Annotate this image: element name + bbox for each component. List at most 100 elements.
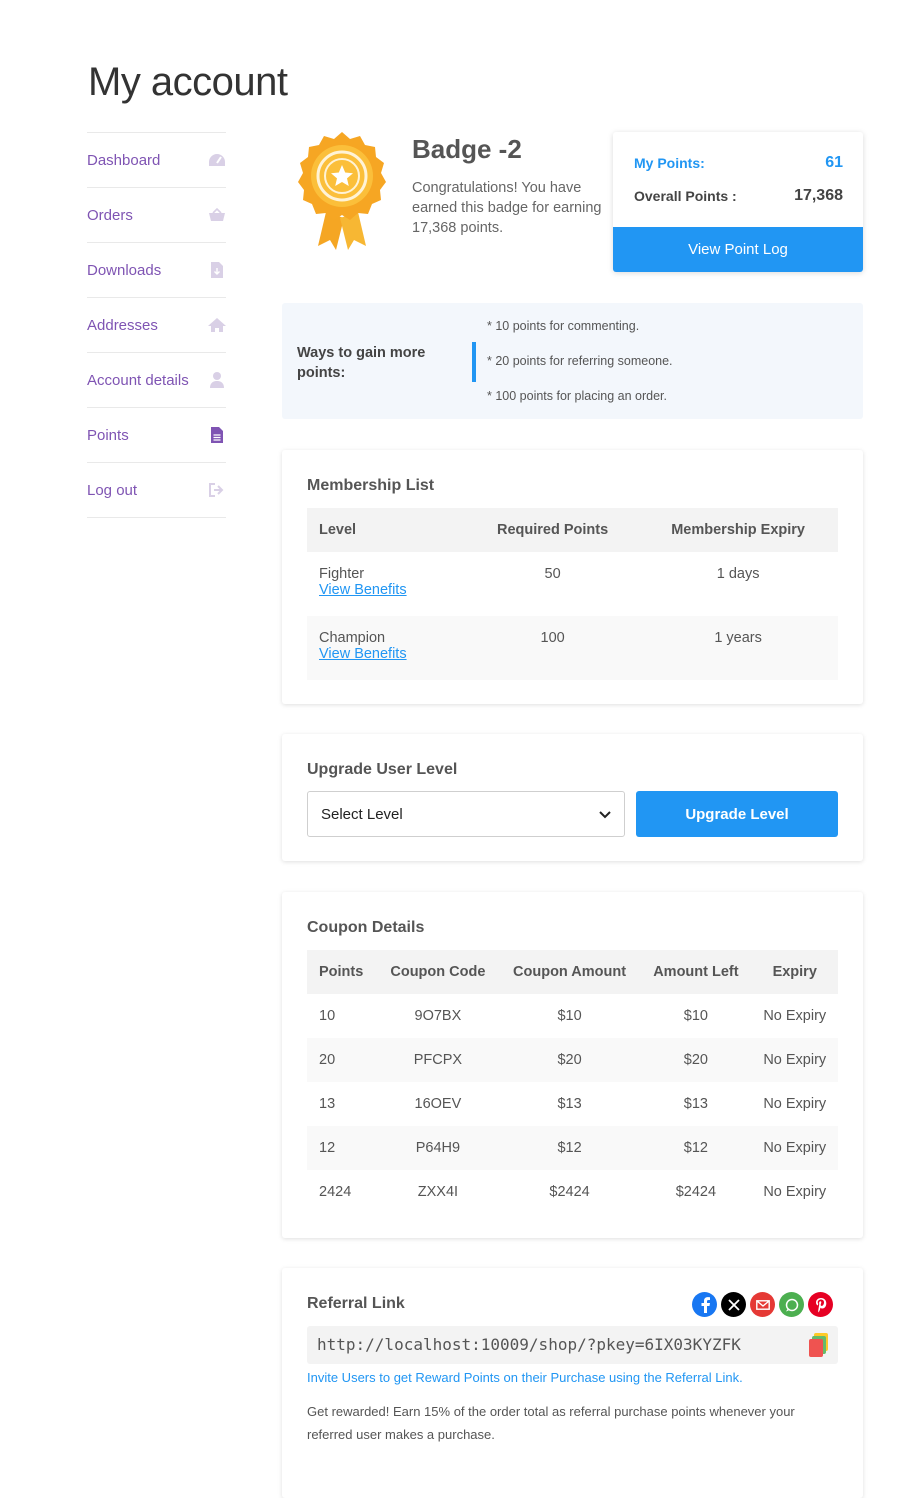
column-header-required-points: Required Points	[467, 508, 639, 552]
user-icon	[208, 371, 226, 389]
sidebar-item-label: Addresses	[87, 316, 158, 334]
page-title: My account	[88, 60, 288, 104]
ways-item: * 20 points for referring someone.	[487, 354, 673, 368]
level-select[interactable]: Select Level	[307, 791, 625, 837]
level-name: Fighter	[319, 566, 365, 582]
column-header-expiry: Expiry	[751, 950, 838, 994]
amount-left-cell: $12	[640, 1126, 752, 1170]
amount-left-cell: $20	[640, 1038, 752, 1082]
basket-icon	[208, 206, 226, 224]
points-cell: 12	[307, 1126, 377, 1170]
ways-title: Ways to gain more points:	[297, 345, 426, 381]
dashboard-gauge-icon	[208, 151, 226, 169]
referral-link-title: Referral Link	[307, 1295, 405, 1312]
points-cell: 10	[319, 1008, 336, 1024]
membership-expiry-cell: 1 years	[638, 616, 838, 680]
table-row: Fighter View Benefits 50 1 days	[307, 552, 838, 616]
share-buttons	[692, 1292, 833, 1317]
sign-out-icon	[208, 481, 226, 499]
table-row: 12 P64H9 $12 $12 No Expiry	[307, 1126, 838, 1170]
my-points-row: My Points: 61	[634, 154, 843, 172]
membership-list-card: Membership List Level Required Points Me…	[282, 450, 863, 704]
referral-url-field[interactable]: http://localhost:10009/shop/?pkey=6IX03K…	[307, 1326, 838, 1364]
sidebar-item-orders[interactable]: Orders	[87, 188, 226, 243]
my-points-value: 61	[825, 154, 843, 171]
coupon-amount-cell: $12	[498, 1126, 641, 1170]
membership-expiry-cell: 1 days	[716, 566, 760, 582]
ways-to-gain-points: Ways to gain more points: * 10 points fo…	[282, 303, 863, 419]
email-icon[interactable]	[750, 1292, 775, 1317]
coupon-code-cell: P64H9	[377, 1126, 499, 1170]
points-summary-card: My Points: 61 Overall Points : 17,368 Vi…	[613, 132, 863, 272]
ways-item: * 10 points for commenting.	[487, 319, 640, 333]
coupon-code-cell: 9O7BX	[414, 1008, 462, 1024]
table-row: 20 PFCPX $20 $20 No Expiry	[307, 1038, 838, 1082]
x-twitter-icon[interactable]	[721, 1292, 746, 1317]
sidebar-item-account-details[interactable]: Account details	[87, 353, 226, 408]
points-cell: 2424	[319, 1184, 352, 1200]
column-header-coupon-amount: Coupon Amount	[498, 950, 641, 994]
membership-list-title: Membership List	[307, 477, 435, 494]
referral-invite-text: Invite Users to get Reward Points on the…	[307, 1370, 743, 1385]
sidebar-item-label: Dashboard	[87, 151, 161, 169]
sidebar-item-log-out[interactable]: Log out	[87, 463, 226, 518]
coupon-amount-cell: $13	[557, 1096, 582, 1112]
my-points-label: My Points:	[634, 155, 705, 171]
column-header-amount-left: Amount Left	[640, 950, 752, 994]
table-row: 10 9O7BX $10 $10 No Expiry	[307, 994, 838, 1038]
coupon-amount-cell: $20	[498, 1038, 641, 1082]
facebook-icon[interactable]	[692, 1292, 717, 1317]
sidebar-item-downloads[interactable]: Downloads	[87, 243, 226, 298]
level-cell: Fighter View Benefits	[307, 552, 467, 616]
upgrade-level-card: Upgrade User Level Select Level Upgrade …	[282, 734, 863, 861]
upgrade-level-title: Upgrade User Level	[307, 761, 458, 778]
referral-link-card: Referral Link http://localhost:10009/sho…	[282, 1268, 863, 1498]
points-cell: 20	[307, 1038, 377, 1082]
expiry-cell: No Expiry	[751, 1126, 838, 1170]
table-header-row: Level Required Points Membership Expiry	[307, 508, 838, 552]
overall-points-label: Overall Points :	[634, 188, 737, 204]
coupon-table: Points Coupon Code Coupon Amount Amount …	[307, 950, 838, 1214]
view-point-log-button[interactable]: View Point Log	[613, 227, 863, 272]
sidebar-item-points[interactable]: Points	[87, 408, 226, 463]
badge-title: Badge -2	[412, 134, 522, 164]
expiry-cell: No Expiry	[763, 1096, 827, 1112]
coupon-code-cell: PFCPX	[377, 1038, 499, 1082]
column-header-level: Level	[307, 508, 467, 552]
sidebar-item-label: Points	[87, 426, 129, 444]
pinterest-icon[interactable]	[808, 1292, 833, 1317]
ways-accent-bar	[472, 342, 476, 382]
referral-url: http://localhost:10009/shop/?pkey=6IX03K…	[317, 1335, 741, 1354]
sidebar-item-label: Account details	[87, 371, 189, 389]
sidebar-item-dashboard[interactable]: Dashboard	[87, 133, 226, 188]
table-row: 2424 ZXX4I $2424 $2424 No Expiry	[307, 1170, 838, 1214]
level-name: Champion	[319, 630, 386, 646]
overall-points-value: 17,368	[794, 187, 843, 204]
overall-points-row: Overall Points : 17,368	[634, 187, 843, 205]
view-benefits-link[interactable]: View Benefits	[319, 646, 455, 662]
amount-left-cell: $13	[683, 1096, 708, 1112]
table-header-row: Points Coupon Code Coupon Amount Amount …	[307, 950, 838, 994]
view-benefits-link[interactable]: View Benefits	[319, 582, 455, 598]
ways-item: * 100 points for placing an order.	[487, 389, 667, 403]
coupon-amount-cell: $10	[557, 1008, 582, 1024]
upgrade-level-button[interactable]: Upgrade Level	[636, 791, 838, 837]
sidebar-item-label: Downloads	[87, 261, 162, 279]
copy-clipboard-icon[interactable]	[808, 1332, 830, 1358]
expiry-cell: No Expiry	[763, 1184, 827, 1200]
home-icon	[208, 316, 226, 334]
sidebar-item-label: Log out	[87, 481, 138, 499]
membership-table: Level Required Points Membership Expiry …	[307, 508, 838, 680]
referral-reward-note: Get rewarded! Earn 15% of the order tota…	[307, 1404, 795, 1442]
file-download-icon	[208, 261, 226, 279]
coupon-amount-cell: $2424	[549, 1184, 590, 1200]
required-points-cell: 50	[544, 566, 561, 582]
table-row: 13 16OEV $13 $13 No Expiry	[307, 1082, 838, 1126]
whatsapp-icon[interactable]	[779, 1292, 804, 1317]
required-points-cell: 100	[467, 616, 639, 680]
level-select-value: Select Level	[321, 805, 403, 823]
sidebar-item-addresses[interactable]: Addresses	[87, 298, 226, 353]
column-header-membership-expiry: Membership Expiry	[638, 508, 838, 552]
expiry-cell: No Expiry	[751, 1038, 838, 1082]
document-icon	[208, 426, 226, 444]
